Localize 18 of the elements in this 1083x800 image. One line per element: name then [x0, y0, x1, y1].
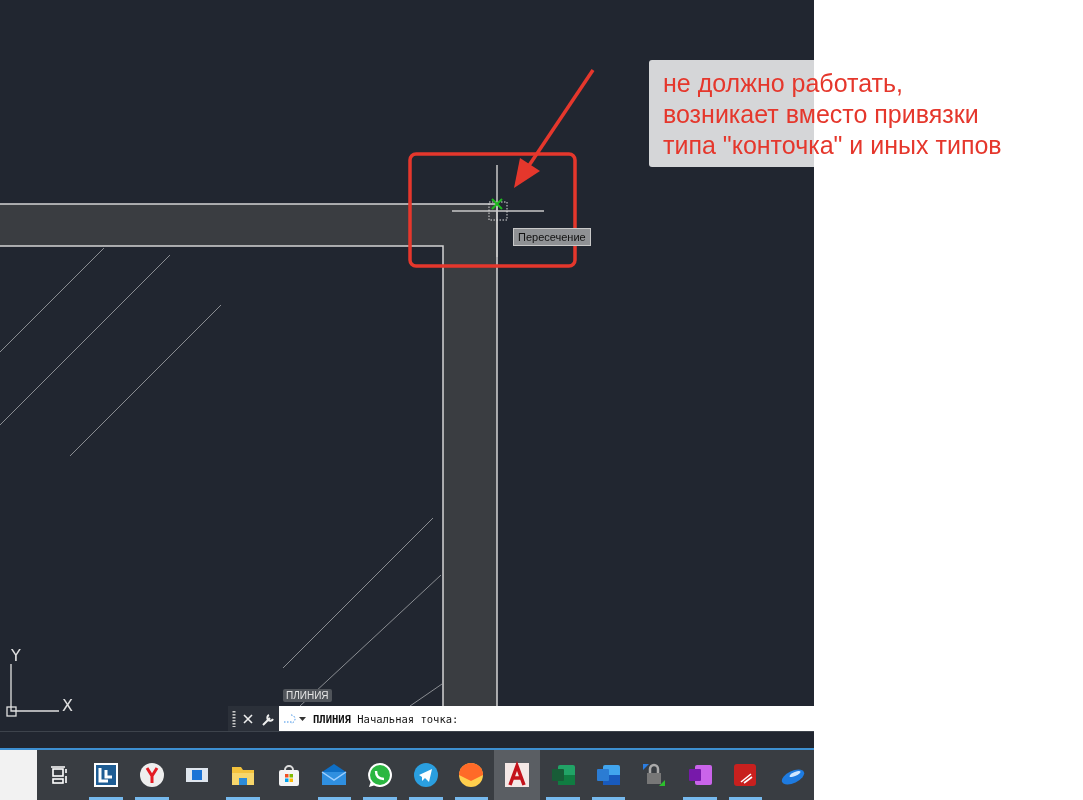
round-logo-icon — [137, 760, 166, 789]
round-envelope-icon — [457, 760, 486, 789]
taskbar-search-field[interactable] — [0, 749, 38, 800]
close-icon[interactable] — [243, 713, 254, 724]
axis-label: X — [62, 696, 73, 715]
snap-tooltip: Пересечение — [513, 228, 591, 246]
taskbar-button[interactable] — [494, 749, 540, 800]
axis-label: Y — [11, 646, 21, 665]
command-prompt: ПЛИНИЯ Начальная точка: — [313, 712, 459, 725]
letter-logo-icon — [503, 760, 532, 789]
square-logo-icon — [92, 760, 120, 789]
chat-bubble-icon — [366, 760, 394, 789]
command-history-icon[interactable] — [283, 712, 307, 725]
grip-icon[interactable] — [231, 709, 236, 728]
wrench-icon[interactable] — [261, 711, 276, 726]
command-input-field[interactable]: ПЛИНИЯ Начальная точка: — [279, 706, 814, 731]
paper-plane-icon — [411, 760, 440, 789]
command-tag: ПЛИНИЯ — [283, 689, 332, 702]
